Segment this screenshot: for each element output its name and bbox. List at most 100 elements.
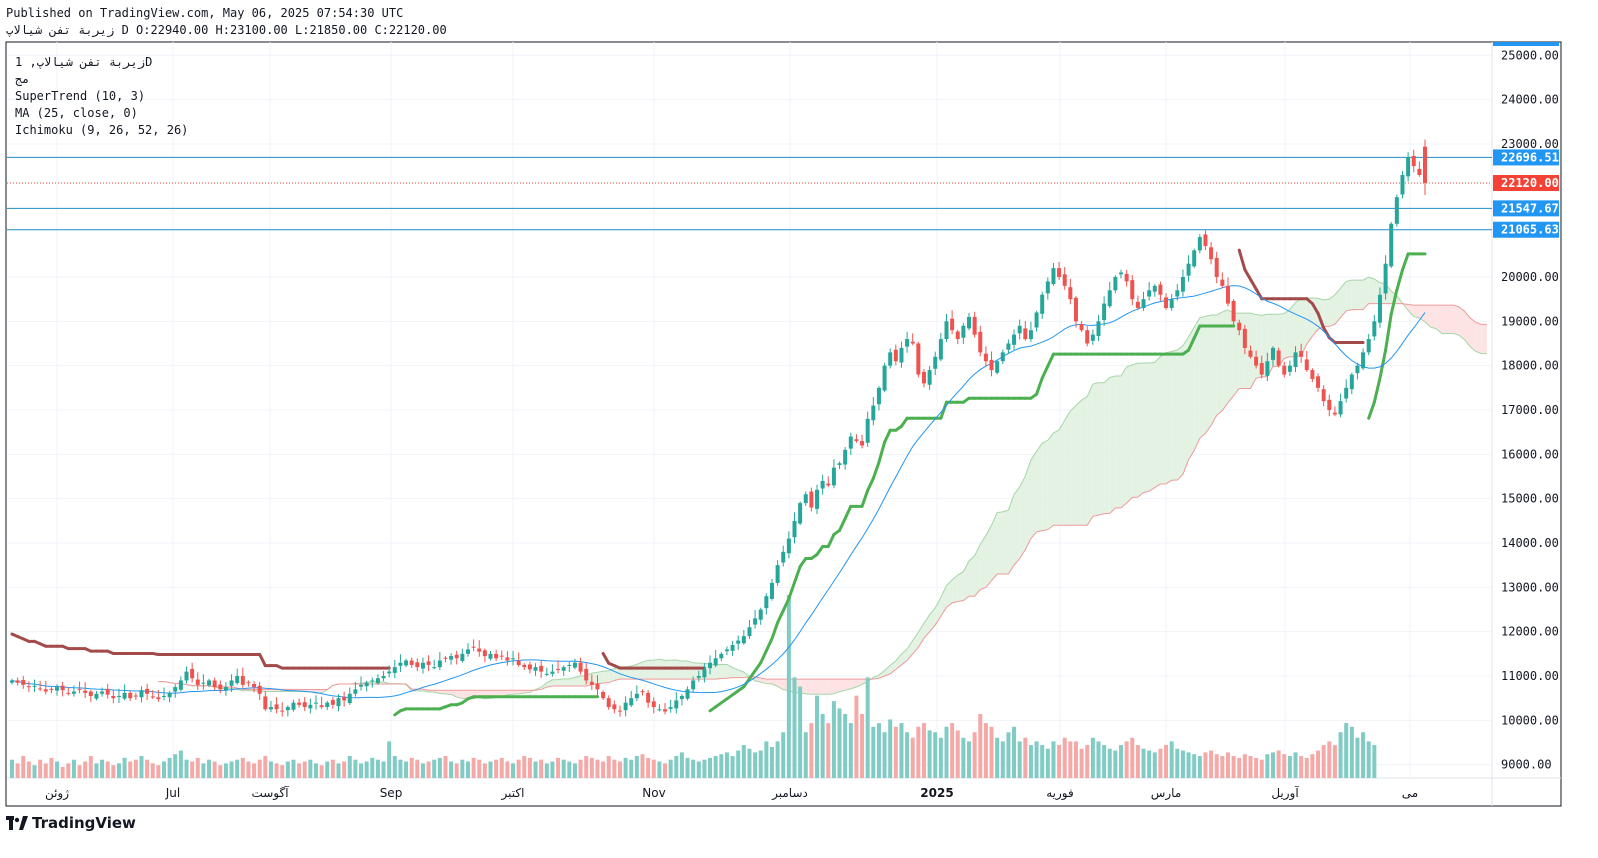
candle-body <box>657 709 662 711</box>
volume-bar <box>708 757 713 778</box>
volume-bar <box>786 595 791 778</box>
cloud-segment-green <box>1289 302 1296 357</box>
volume-bar <box>1321 745 1326 778</box>
hline-label: 21547.67 <box>1501 201 1559 215</box>
candle-body <box>111 695 116 699</box>
volume-bar <box>392 756 397 778</box>
volume-bar <box>263 756 268 778</box>
candle-body <box>1265 361 1270 376</box>
tradingview-brand[interactable]: TradingView <box>6 814 136 832</box>
candle-body <box>1248 350 1253 357</box>
candle-body <box>967 316 972 329</box>
candle-body <box>713 658 718 666</box>
cloud-segment-green <box>1002 510 1009 575</box>
price-chart[interactable]: 9000.00 10000.00 11000.00 12000.00 13000.00 1… <box>0 0 1598 858</box>
volume-bar <box>308 759 313 778</box>
candle-body <box>375 678 380 684</box>
candle-body <box>223 687 228 691</box>
candle-body <box>1051 268 1056 285</box>
legend-supertrend[interactable]: SuperTrend (10, 3) <box>15 88 188 105</box>
candle-body <box>1192 250 1197 267</box>
volume-bar <box>1175 748 1180 778</box>
volume-bar <box>556 757 561 778</box>
volume-bar <box>533 761 538 778</box>
candle-body <box>1377 294 1382 323</box>
candle-body <box>1119 272 1124 275</box>
volume-bar <box>679 752 684 778</box>
volume-bar <box>572 763 577 778</box>
cloud-segment-green <box>1042 440 1048 531</box>
cloud-segment-green <box>1098 382 1105 516</box>
legend-symbol[interactable]: زيربة تفن شيالاپ, 1D <box>15 54 188 71</box>
volume-bar <box>482 763 487 778</box>
volume-bar <box>1192 754 1197 778</box>
volume-bar <box>173 754 178 778</box>
volume-bar <box>128 761 133 778</box>
candle-body <box>865 418 870 443</box>
candle-body <box>1293 352 1298 367</box>
volume-bar <box>1012 726 1017 778</box>
candle-body <box>595 683 600 690</box>
candle-body <box>882 365 887 391</box>
candle-body <box>252 684 257 688</box>
candle-body <box>1349 374 1354 390</box>
candle-body <box>1299 351 1304 357</box>
volume-bar <box>1006 732 1011 778</box>
candle-body <box>420 662 425 669</box>
candle <box>798 501 803 526</box>
candle-body <box>460 653 465 661</box>
volume-bar <box>860 713 865 778</box>
candle-body <box>651 701 656 708</box>
candle <box>1394 194 1399 227</box>
candle-body <box>1361 352 1366 369</box>
x-tick-label: فوریه <box>1046 786 1074 801</box>
volume-bar <box>409 757 414 778</box>
volume-bar <box>285 761 290 778</box>
candle-body <box>1000 352 1005 362</box>
candle-body <box>1180 276 1185 292</box>
volume-bar <box>499 757 504 778</box>
candle-body <box>893 349 898 362</box>
volume-bar <box>1073 741 1078 778</box>
cloud-segment-red <box>462 690 468 699</box>
volume-bar <box>1361 732 1366 778</box>
x-tick-label: مارس <box>1151 786 1182 801</box>
volume-bar <box>449 761 454 778</box>
candle-body <box>989 359 994 371</box>
volume-bar <box>1366 741 1371 778</box>
volume-bar <box>454 763 459 778</box>
x-tick-label: اکتبر <box>501 786 525 801</box>
cloud-segment-green <box>603 670 609 684</box>
volume-bar <box>359 763 364 778</box>
volume-bar <box>404 761 409 778</box>
volume-bar <box>313 763 318 778</box>
volume-bar <box>156 765 161 778</box>
volume-bar <box>302 761 307 778</box>
volume-bar <box>601 761 606 778</box>
volume-bar <box>21 756 26 778</box>
legend-ma[interactable]: MA (25, close, 0) <box>15 105 188 122</box>
candle-body <box>398 662 403 666</box>
cloud-segment-green <box>1205 315 1212 434</box>
volume-bar <box>1287 756 1292 778</box>
volume-bar <box>420 763 425 778</box>
cloud-segment-red <box>1481 324 1487 354</box>
candle-body <box>404 660 409 666</box>
volume-bar <box>826 723 831 778</box>
legend-ichimoku[interactable]: Ichimoku (9, 26, 52, 26) <box>15 122 188 139</box>
y-tick-label: 23000.00 <box>1501 137 1559 151</box>
volume-bar <box>544 763 549 778</box>
volume-bar <box>1332 745 1337 778</box>
volume-bar <box>381 761 386 778</box>
candle-body <box>972 316 977 335</box>
volume-bar <box>1000 741 1005 778</box>
volume-bar <box>432 759 437 778</box>
candle-body <box>195 679 200 685</box>
candle-body <box>415 662 420 668</box>
candle-body <box>139 690 144 698</box>
candle-body <box>983 353 988 362</box>
candle-body <box>409 660 414 665</box>
candle-body <box>995 361 1000 373</box>
candle-body <box>1096 321 1101 336</box>
candle-body <box>1113 276 1118 291</box>
